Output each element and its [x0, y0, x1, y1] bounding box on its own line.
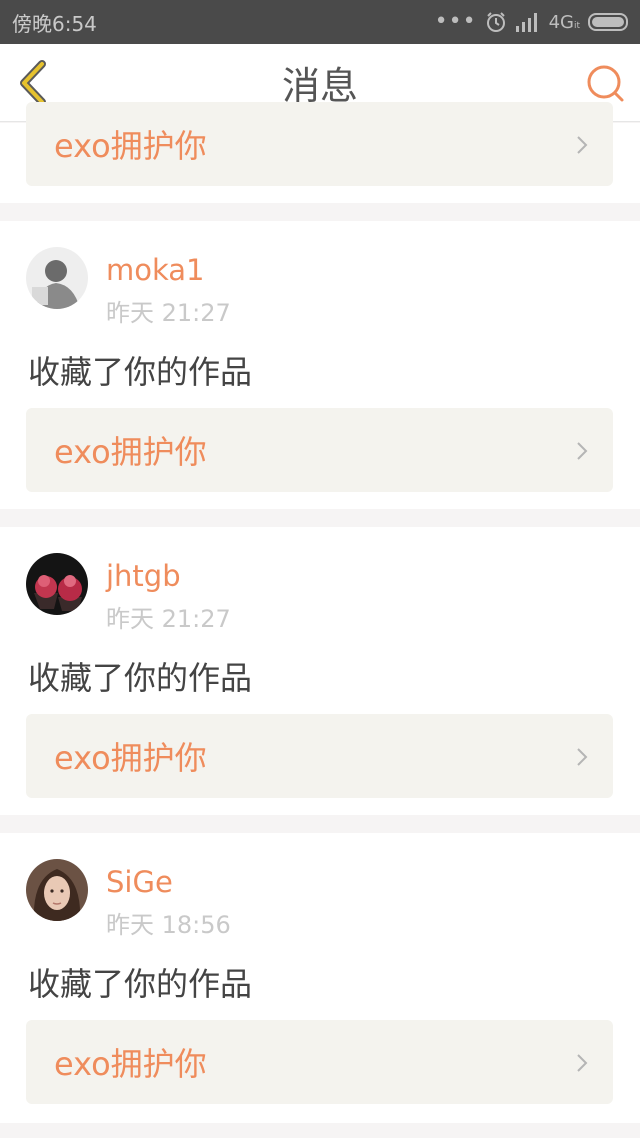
avatar[interactable]: [26, 247, 88, 309]
chevron-right-icon: [577, 136, 588, 154]
signal-icon: [515, 13, 537, 32]
action-text: 收藏了你的作品: [28, 353, 253, 391]
network-sub-label: it: [573, 20, 580, 31]
status-time: 傍晚6:54: [12, 11, 97, 36]
status-bar: 傍晚6:54 ••• 4Git: [0, 0, 640, 44]
message-card: exo拥护你: [0, 102, 640, 203]
work-title: exo拥护你: [54, 127, 207, 165]
avatar[interactable]: [26, 553, 88, 615]
username[interactable]: jhtgb: [106, 559, 181, 593]
message-card: moka1 昨天 21:27 收藏了你的作品 exo拥护你: [0, 221, 640, 509]
search-icon[interactable]: [584, 62, 626, 104]
network-type: 4Git: [549, 12, 580, 33]
work-link[interactable]: exo拥护你: [26, 408, 613, 492]
alarm-icon: [486, 12, 505, 32]
work-title: exo拥护你: [54, 1045, 207, 1083]
timestamp: 昨天 18:56: [106, 911, 231, 939]
chevron-right-icon: [577, 1054, 588, 1072]
username[interactable]: SiGe: [106, 865, 173, 899]
work-title: exo拥护你: [54, 739, 207, 777]
work-title: exo拥护你: [54, 433, 207, 471]
chevron-left-icon[interactable]: [14, 58, 54, 108]
timestamp: 昨天 21:27: [106, 605, 231, 633]
message-card: SiGe 昨天 18:56 收藏了你的作品 exo拥护你: [0, 833, 640, 1123]
timestamp: 昨天 21:27: [106, 299, 231, 327]
chevron-right-icon: [577, 442, 588, 460]
action-text: 收藏了你的作品: [28, 965, 253, 1003]
action-text: 收藏了你的作品: [28, 659, 253, 697]
network-label: 4G: [548, 11, 574, 33]
work-link[interactable]: exo拥护你: [26, 1020, 613, 1104]
chevron-right-icon: [577, 748, 588, 766]
battery-icon: [588, 13, 628, 31]
work-link[interactable]: exo拥护你: [26, 102, 613, 186]
battery-fill: [592, 17, 624, 27]
work-link[interactable]: exo拥护你: [26, 714, 613, 798]
avatar[interactable]: [26, 859, 88, 921]
more-dots-icon: •••: [434, 9, 477, 34]
status-icons: ••• 4Git: [435, 11, 628, 33]
message-card: jhtgb 昨天 21:27 收藏了你的作品 exo拥护你: [0, 527, 640, 815]
username[interactable]: moka1: [106, 253, 205, 287]
